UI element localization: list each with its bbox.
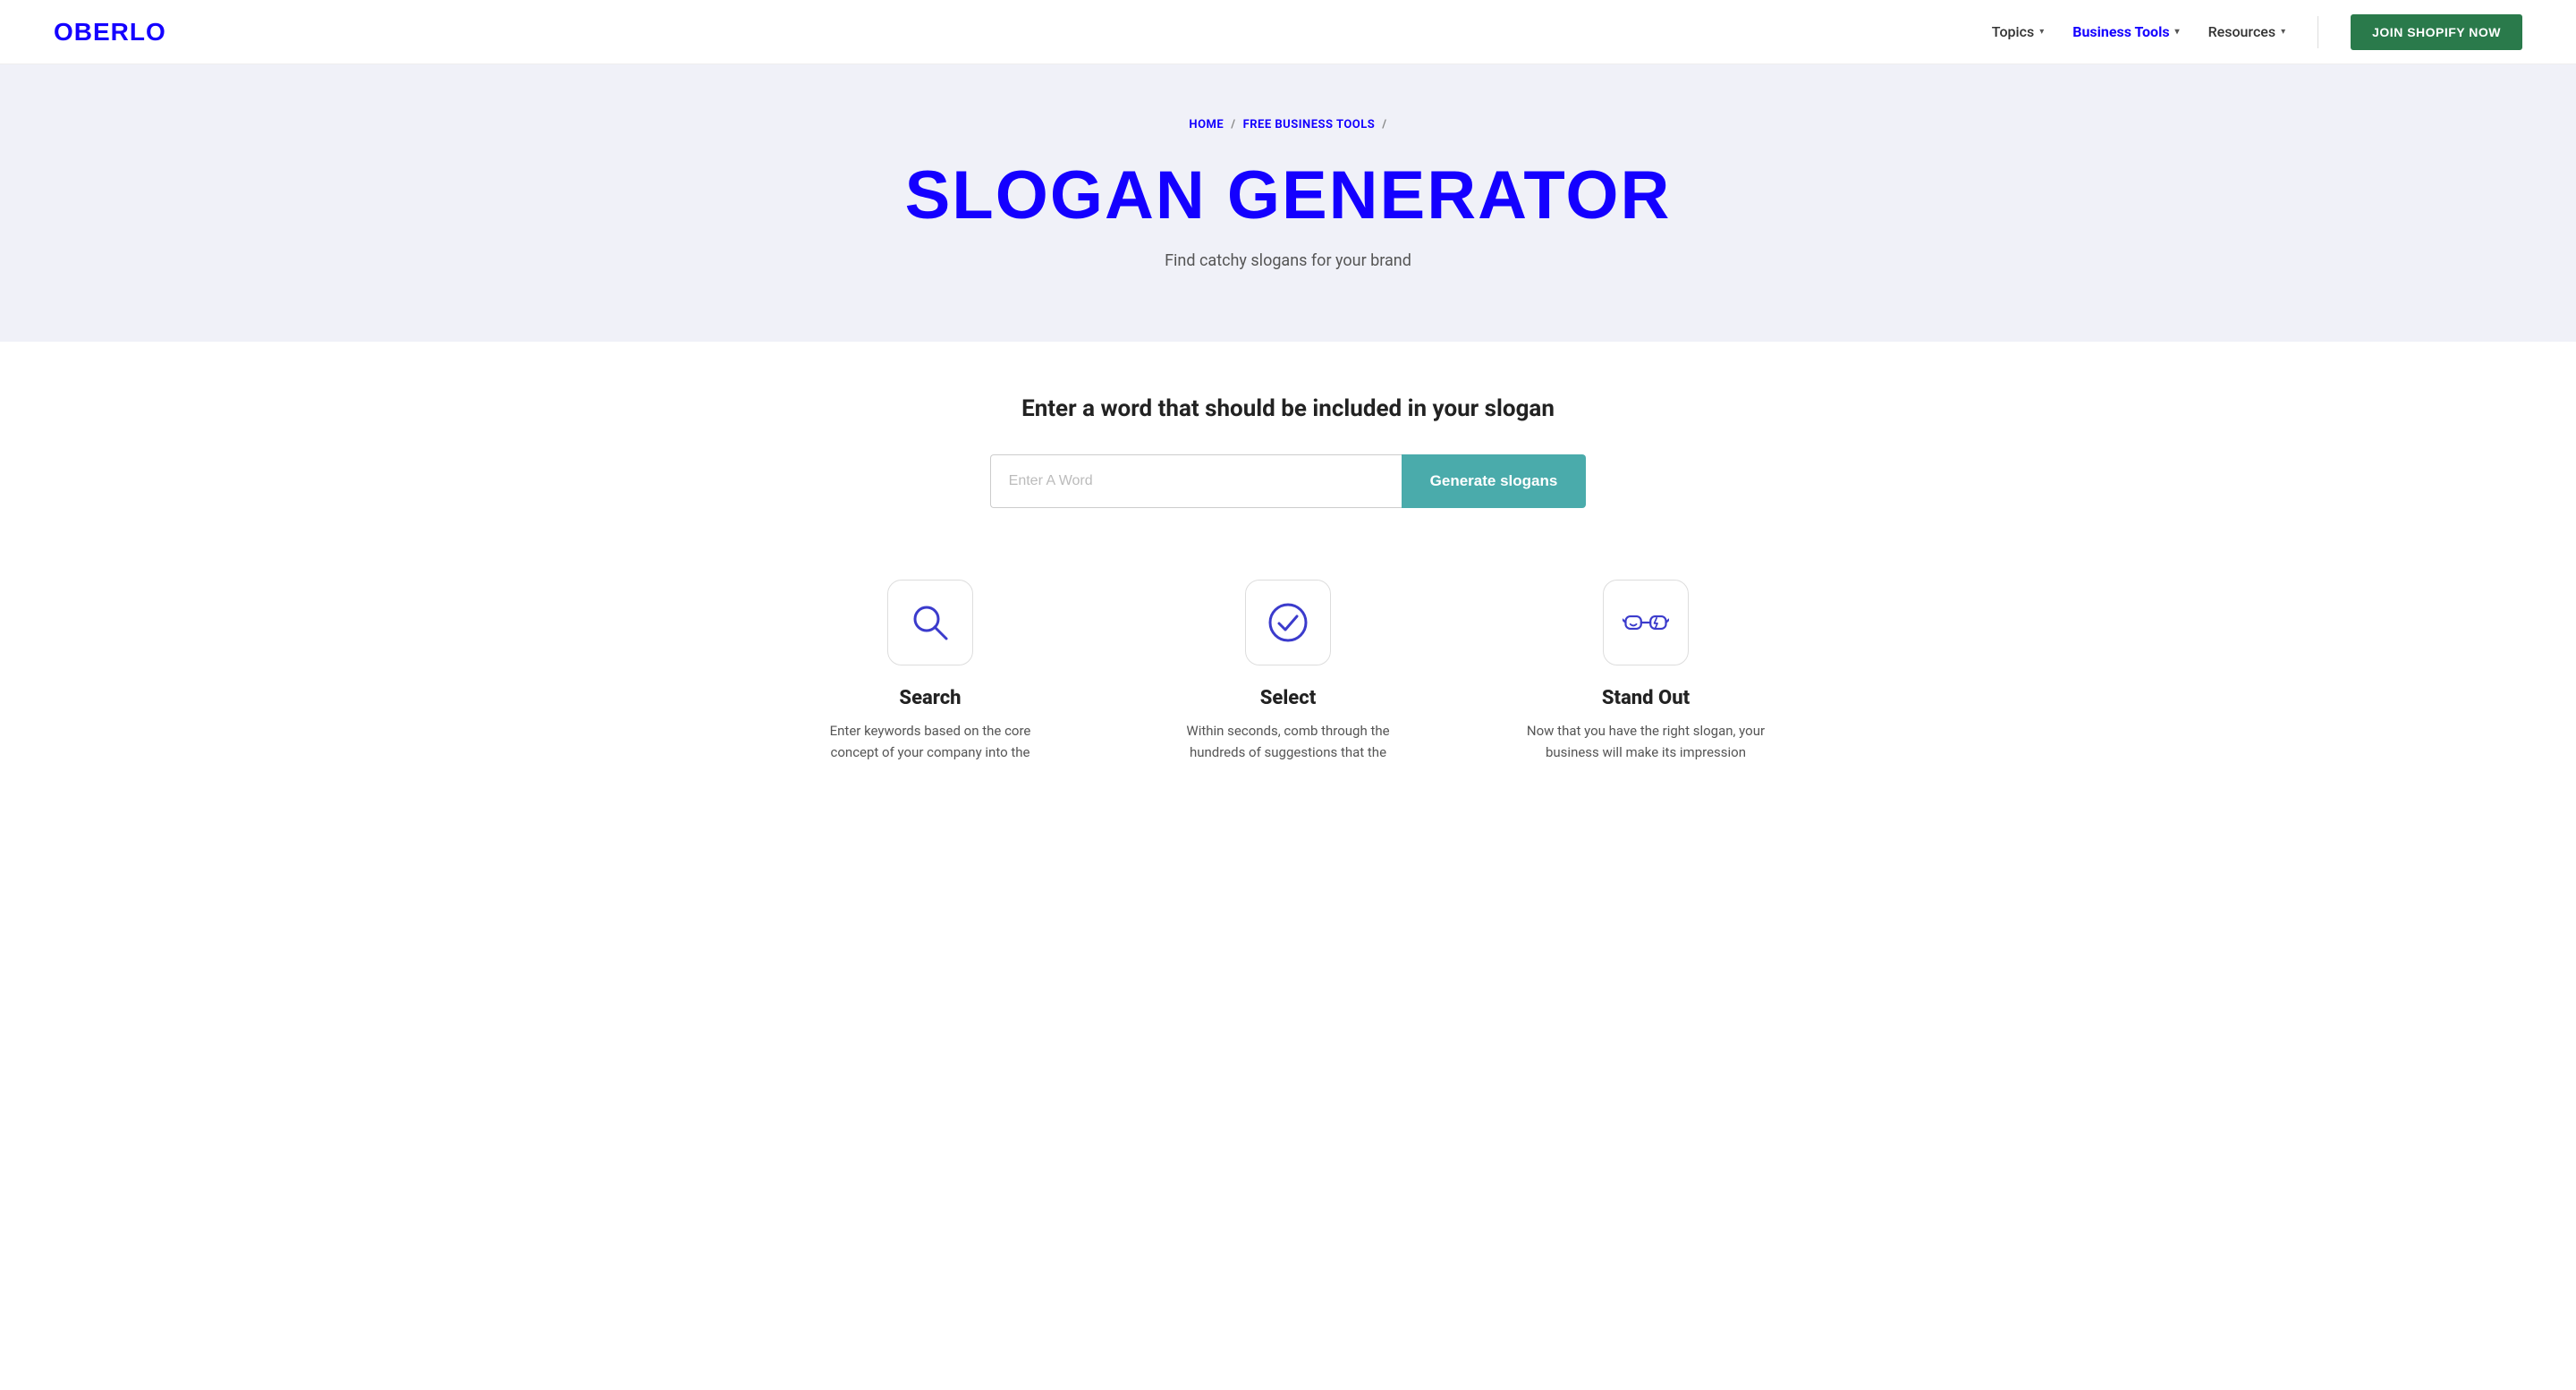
chevron-down-icon: ▾: [2281, 27, 2285, 37]
checkmark-circle-icon: [1265, 599, 1311, 646]
nav-business-tools[interactable]: Business Tools ▾: [2072, 23, 2179, 40]
word-input[interactable]: [990, 454, 1402, 508]
nav-resources[interactable]: Resources ▾: [2208, 23, 2286, 40]
breadcrumb: HOME / FREE BUSINESS TOOLS /: [18, 118, 2558, 131]
breadcrumb-home[interactable]: HOME: [1189, 118, 1224, 131]
checkmark-icon-box: [1245, 580, 1331, 665]
feature-search-desc: Enter keywords based on the core concept…: [805, 720, 1055, 763]
generator-heading: Enter a word that should be included in …: [18, 395, 2558, 422]
feature-stand-out-desc: Now that you have the right slogan, your…: [1521, 720, 1771, 763]
chevron-down-icon: ▾: [2175, 27, 2180, 37]
generate-button[interactable]: Generate slogans: [1402, 454, 1587, 508]
feature-select-desc: Within seconds, comb through the hundred…: [1163, 720, 1413, 763]
hero-subtitle: Find catchy slogans for your brand: [18, 251, 2558, 270]
page-title: SLOGAN GENERATOR: [18, 158, 2558, 233]
glasses-icon: [1623, 599, 1669, 646]
site-logo[interactable]: OBERLO: [54, 18, 166, 47]
breadcrumb-free-business-tools[interactable]: FREE BUSINESS TOOLS: [1243, 118, 1376, 131]
navbar-right: Topics ▾ Business Tools ▾ Resources ▾ JO…: [1992, 14, 2522, 50]
feature-stand-out-title: Stand Out: [1602, 687, 1690, 709]
nav-links: Topics ▾ Business Tools ▾ Resources ▾: [1992, 23, 2285, 40]
feature-stand-out: Stand Out Now that you have the right sl…: [1521, 580, 1771, 763]
feature-search-title: Search: [899, 687, 961, 709]
features-section: Search Enter keywords based on the core …: [18, 562, 2558, 799]
search-icon-box: [887, 580, 973, 665]
nav-topics[interactable]: Topics ▾: [1992, 23, 2044, 40]
search-icon: [907, 599, 953, 646]
breadcrumb-separator-2: /: [1382, 118, 1386, 131]
feature-search: Search Enter keywords based on the core …: [805, 580, 1055, 763]
feature-select: Select Within seconds, comb through the …: [1163, 580, 1413, 763]
breadcrumb-separator-1: /: [1231, 118, 1235, 131]
navbar: OBERLO Topics ▾ Business Tools ▾ Resourc…: [0, 0, 2576, 64]
generator-input-row: Generate slogans: [18, 454, 2558, 508]
join-shopify-button[interactable]: JOIN SHOPIFY NOW: [2351, 14, 2522, 50]
main-content: Enter a word that should be included in …: [0, 342, 2576, 835]
glasses-icon-box: [1603, 580, 1689, 665]
chevron-down-icon: ▾: [2039, 27, 2044, 37]
feature-select-title: Select: [1260, 687, 1316, 709]
hero-section: HOME / FREE BUSINESS TOOLS / SLOGAN GENE…: [0, 64, 2576, 342]
